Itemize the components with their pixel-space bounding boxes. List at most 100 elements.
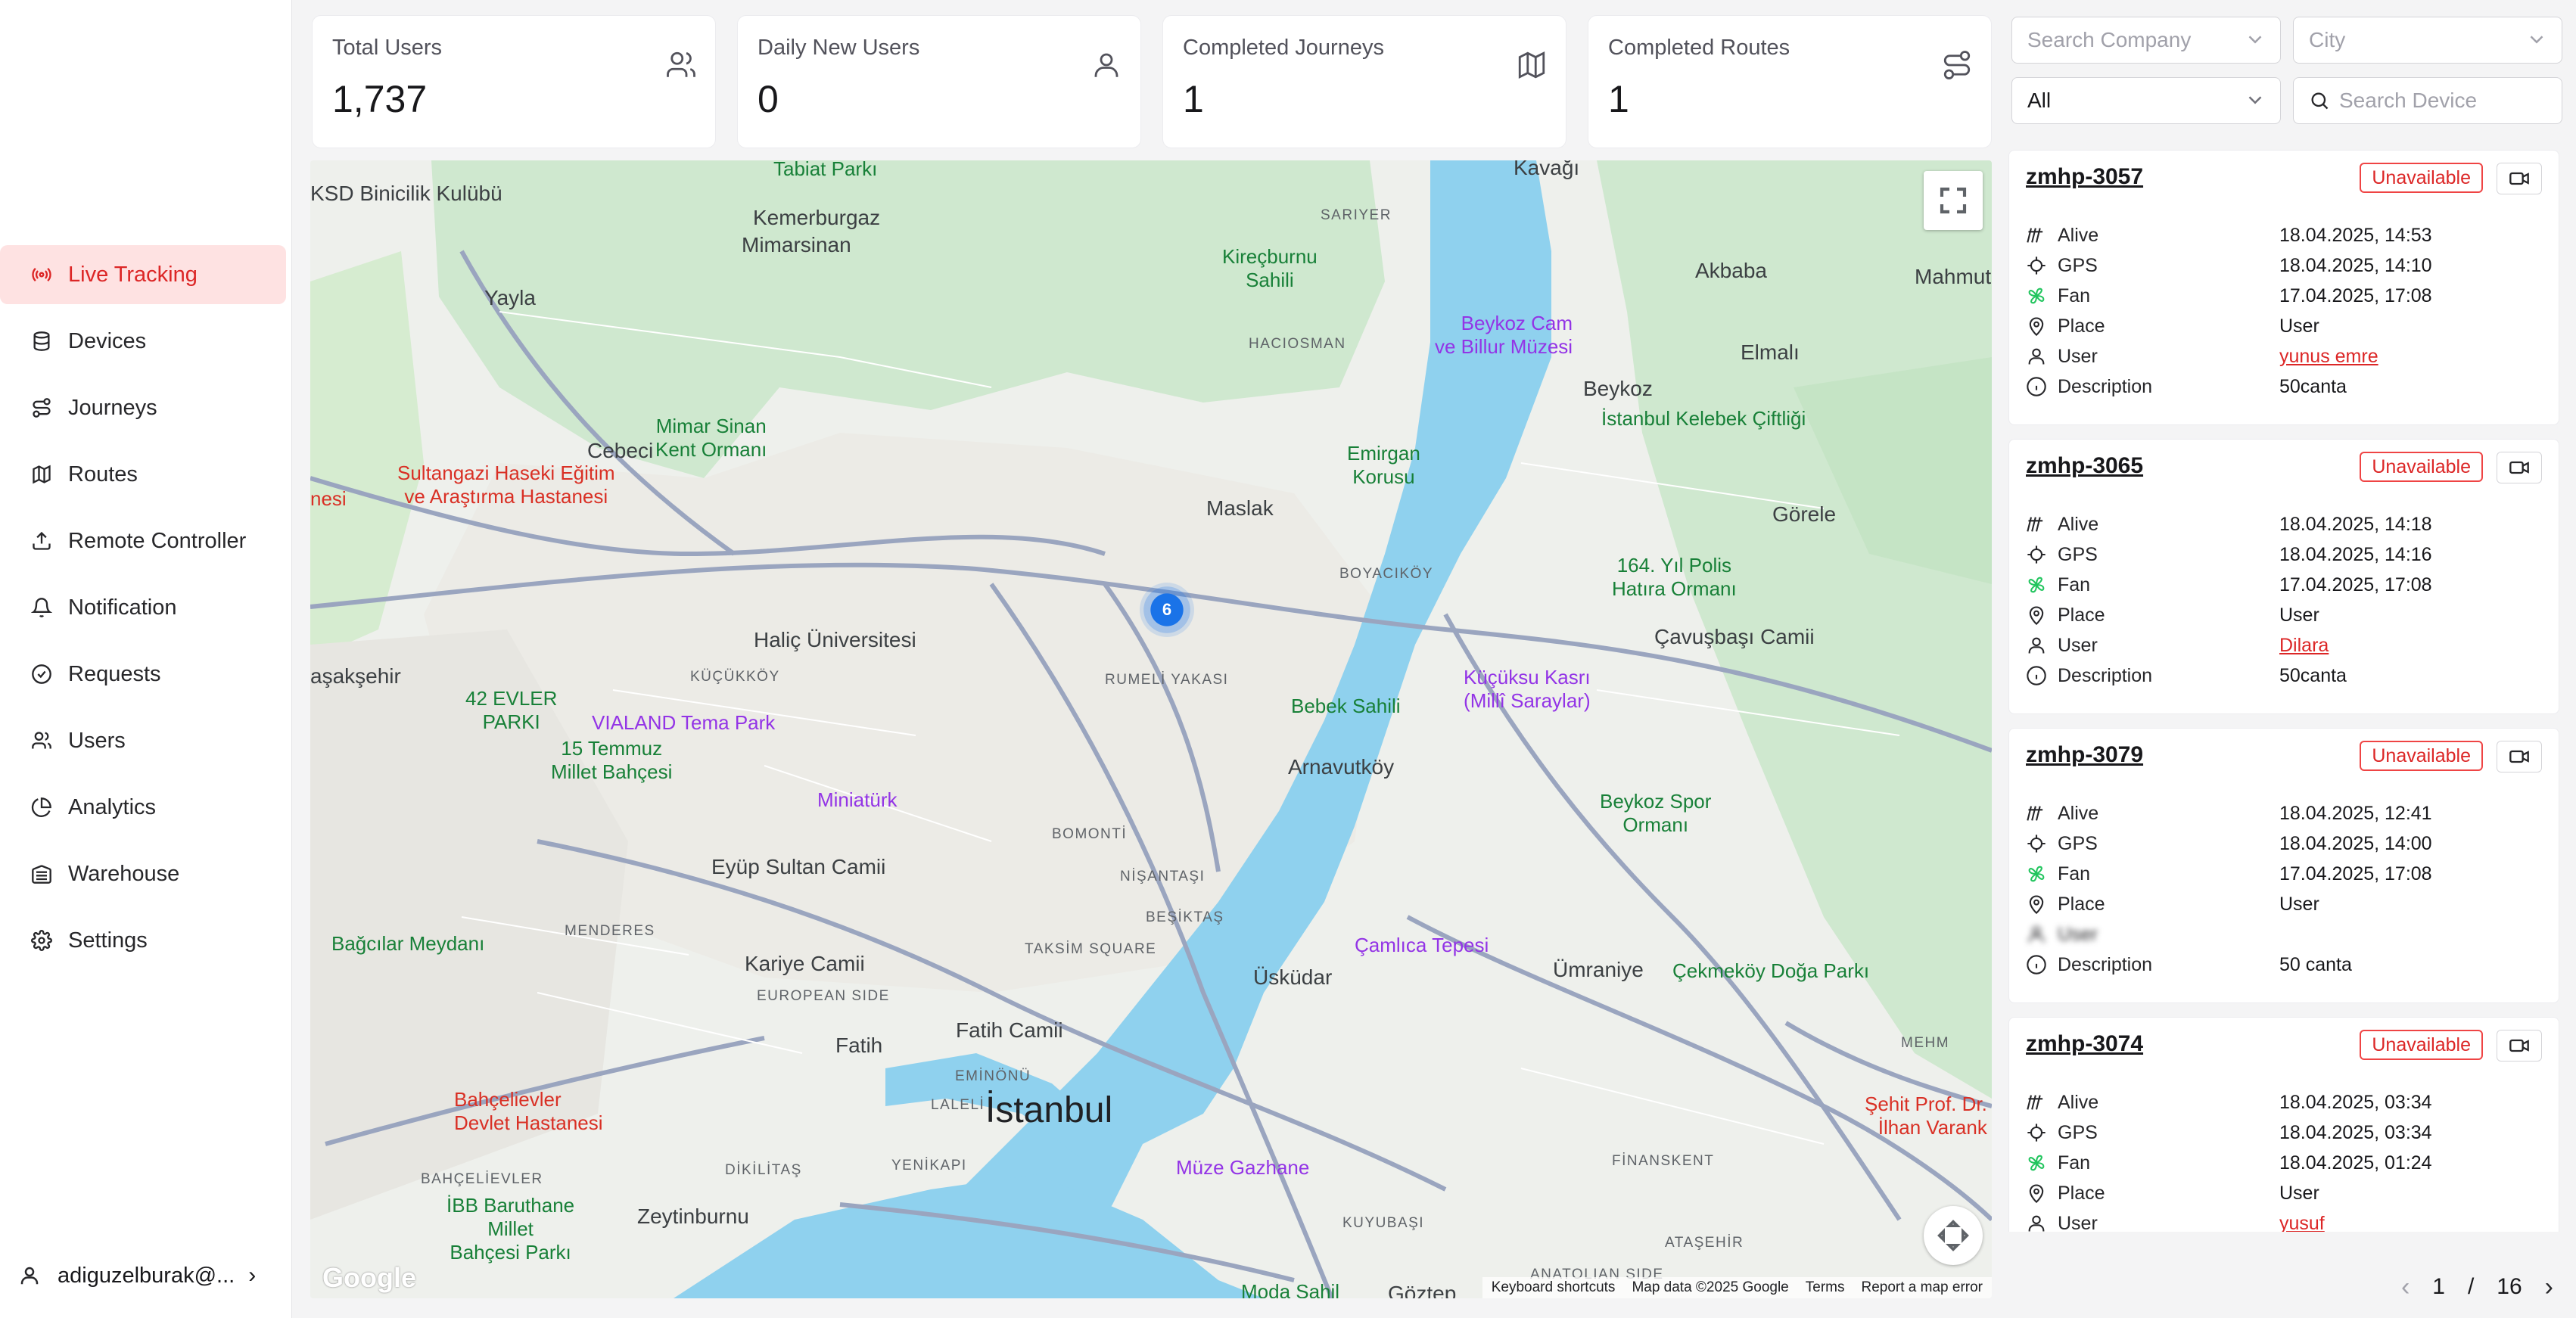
sidebar-item-warehouse[interactable]: Warehouse: [0, 844, 288, 903]
map-label: aşakşehir: [310, 664, 401, 688]
map-label: KUYUBAŞI: [1342, 1215, 1425, 1231]
terms-link[interactable]: Terms: [1806, 1279, 1845, 1296]
map-label: Miniatürk: [817, 788, 898, 811]
company-search-select[interactable]: Search Company: [2011, 17, 2281, 64]
next-page-button[interactable]: ›: [2545, 1273, 2553, 1302]
map-label: Emirgan Korusu: [1347, 442, 1420, 488]
fullscreen-button[interactable]: [1924, 171, 1983, 230]
fan-icon: [2028, 288, 2045, 304]
device-field-row: Alive 18.04.2025, 12:41: [2026, 798, 2542, 828]
map-label: Çavuşbaşı Camii: [1654, 625, 1815, 648]
device-field-row: GPS 18.04.2025, 03:34: [2026, 1118, 2542, 1148]
status-badge: Unavailable: [2360, 163, 2483, 193]
camera-button[interactable]: [2497, 163, 2542, 194]
field-label: Fan: [2026, 863, 2279, 885]
city-select[interactable]: City: [2293, 17, 2562, 64]
map-label: Küçüksu Kasrı (Millî Saraylar): [1464, 666, 1591, 712]
device-field-row: Fan 17.04.2025, 17:08: [2026, 859, 2542, 889]
chevron-down-icon: [2248, 36, 2262, 44]
map-label: Fatih: [835, 1034, 883, 1057]
field-label-text: Alive: [2058, 802, 2099, 824]
status-select[interactable]: All: [2011, 77, 2281, 124]
map-label: RUMELİ YAKASI: [1105, 672, 1229, 688]
sidebar-item-label: Settings: [68, 928, 148, 953]
sidebar-item-routes[interactable]: Routes: [0, 445, 288, 504]
account-email: adiguzelburak@...: [58, 1263, 235, 1288]
map-label: Yayla: [484, 286, 536, 309]
map-label: Beykoz Spor Ormanı: [1600, 790, 1712, 836]
map-label-city: İstanbul: [985, 1090, 1113, 1130]
device-card[interactable]: zmhp-3079 Unavailable Alive 18.04.2025, …: [2008, 728, 2559, 1003]
report-map-error-link[interactable]: Report a map error: [1861, 1279, 1983, 1296]
camera-button[interactable]: [2497, 1030, 2542, 1062]
device-field-row: User yunus emre: [2026, 341, 2542, 371]
live-map[interactable]: Tabiat Parkı KSD Binicilik Kulübü Kavağı…: [310, 160, 1992, 1298]
sidebar-item-label: Analytics: [68, 794, 157, 819]
map-label: KÜÇÜKKÖY: [690, 669, 780, 685]
keyboard-shortcuts-link[interactable]: Keyboard shortcuts: [1492, 1279, 1616, 1296]
camera-button[interactable]: [2497, 741, 2542, 772]
device-card[interactable]: zmhp-3065 Unavailable Alive 18.04.2025, …: [2008, 439, 2559, 714]
fan-icon: [2028, 866, 2045, 882]
field-label-text: GPS: [2058, 543, 2098, 565]
field-value: 18.04.2025, 03:34: [2279, 1121, 2432, 1143]
signal-icon: [2027, 806, 2043, 821]
field-label-text: Alive: [2058, 513, 2099, 535]
map-label: Elmalı: [1741, 340, 1800, 364]
user-icon: [20, 1267, 39, 1285]
field-value[interactable]: Dilara: [2279, 635, 2329, 657]
sidebar-item-analytics[interactable]: Analytics: [0, 778, 288, 837]
sidebar-item-remote-controller[interactable]: Remote Controller: [0, 511, 288, 570]
device-field-row: Fan 18.04.2025, 01:24: [2026, 1148, 2542, 1178]
map-label: Akbaba: [1695, 259, 1767, 282]
field-label: Fan: [2026, 574, 2279, 596]
map-label: Görele: [1772, 502, 1837, 526]
device-field-row: Description 50 canta: [2026, 950, 2542, 980]
sidebar-item-notification[interactable]: Notification: [0, 578, 288, 637]
camera-button[interactable]: [2497, 452, 2542, 483]
field-value[interactable]: yusuf: [2279, 1213, 2325, 1233]
search-icon: [2311, 92, 2329, 110]
map-label: Göztep: [1388, 1282, 1457, 1298]
map-label: Mimar Sinan Kent Ormanı: [655, 415, 767, 461]
device-card[interactable]: zmhp-3057 Unavailable Alive 18.04.2025, …: [2008, 150, 2559, 425]
fan-icon: [2028, 577, 2045, 593]
user-icon: [2028, 348, 2045, 365]
sidebar-item-settings[interactable]: Settings: [0, 911, 288, 970]
map-label: Bebek Sahili: [1291, 695, 1401, 717]
map-label: DİKİLİTAŞ: [725, 1162, 802, 1178]
camera-control-button[interactable]: [1924, 1206, 1983, 1265]
field-value[interactable]: yunus emre: [2279, 346, 2378, 368]
sidebar-item-requests[interactable]: Requests: [0, 645, 288, 704]
device-card[interactable]: zmhp-3074 Unavailable Alive 18.04.2025, …: [2008, 1017, 2559, 1232]
sidebar-item-journeys[interactable]: Journeys: [0, 378, 288, 437]
map-label: Haliç Üniversitesi: [754, 628, 916, 651]
sidebar-item-label: Requests: [68, 661, 161, 686]
field-label: User: [2026, 635, 2279, 657]
field-label: Alive: [2026, 803, 2279, 825]
device-cluster-marker[interactable]: 6: [1140, 583, 1194, 637]
account-menu[interactable]: adiguzelburak@... ›: [18, 1256, 275, 1295]
sidebar-item-users[interactable]: Users: [0, 711, 288, 770]
device-field-row: Alive 18.04.2025, 03:34: [2026, 1087, 2542, 1118]
users-icon: [30, 729, 53, 752]
map-label: FİNANSKENT: [1612, 1153, 1715, 1169]
map-data-text: Map data ©2025 Google: [1632, 1279, 1789, 1295]
map-label: Çekmeköy Doğa Parkı: [1672, 959, 1870, 982]
map-pin-icon: [2029, 606, 2044, 626]
pagination: ‹ 1 / 16 ›: [2008, 1268, 2576, 1306]
field-label-text: Place: [2058, 1182, 2105, 1204]
map-label: Kavağı: [1514, 160, 1580, 179]
device-search-placeholder: Search Device: [2339, 89, 2478, 112]
sidebar-item-label: Remote Controller: [68, 528, 247, 553]
map-label: Beykoz: [1583, 377, 1653, 400]
device-search-input[interactable]: Search Device: [2293, 77, 2562, 124]
field-value: 17.04.2025, 17:08: [2279, 284, 2432, 306]
sidebar-item-live-tracking[interactable]: Live Tracking: [0, 245, 286, 304]
sidebar-item-devices[interactable]: Devices: [0, 312, 288, 371]
field-value: 50canta: [2279, 664, 2347, 686]
prev-page-button[interactable]: ‹: [2401, 1273, 2410, 1302]
user-icon: [2028, 926, 2045, 943]
field-label-text: Description: [2058, 664, 2153, 686]
map-label: Mimarsinan: [742, 233, 851, 256]
